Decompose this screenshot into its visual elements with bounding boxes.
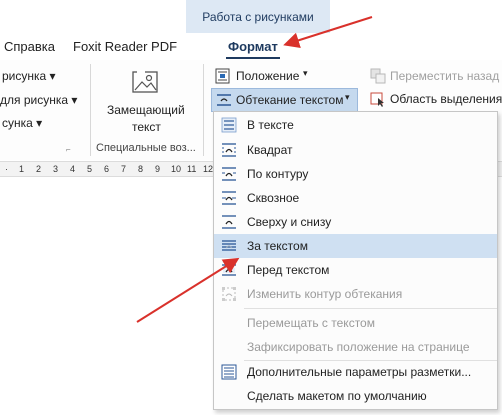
- active-tab-indicator: [226, 57, 280, 59]
- ruler-mark: ·: [5, 164, 8, 174]
- layout-options-icon: [221, 364, 237, 380]
- menu-item-edit-wrap-points[interactable]: Изменить контур обтекания: [214, 282, 497, 306]
- menu-item-through[interactable]: Сквозное: [214, 186, 497, 210]
- edit-wrap-points-icon: [222, 287, 236, 301]
- wrap-text-label: Обтекание текстом: [236, 93, 344, 107]
- send-backward-label: Переместить назад: [390, 69, 500, 83]
- ruler-tick: 6: [104, 164, 110, 174]
- menu-item-label: Перед текстом: [247, 263, 330, 277]
- tab-help[interactable]: Справка: [4, 39, 55, 54]
- menu-item-label: В тексте: [247, 118, 294, 132]
- menu-item-move-with-text[interactable]: Перемещать с текстом: [214, 311, 497, 335]
- wrap-text-menu: В тексте Квадрат По контуру Сквозное Све…: [213, 111, 498, 410]
- menu-separator: [244, 308, 497, 309]
- group-separator: [203, 64, 204, 156]
- top-bottom-wrap-icon: [222, 215, 236, 229]
- group-label-special: Специальные воз...: [96, 142, 196, 154]
- selection-pane-label: Область выделения: [390, 92, 502, 106]
- picture-tools-context-tab: Работа с рисунками: [186, 0, 330, 33]
- alt-text-icon: [131, 70, 161, 96]
- ruler-tick: 2: [36, 164, 42, 174]
- send-backward-icon: [370, 68, 386, 84]
- group-separator: [90, 64, 91, 156]
- ruler-tick: 12: [203, 164, 214, 174]
- ribbon-left-item-2[interactable]: для рисунка ▾: [0, 93, 77, 107]
- menu-item-in-front[interactable]: Перед текстом: [214, 258, 497, 282]
- alt-text-button[interactable]: Замещающий текст: [100, 68, 188, 136]
- menu-item-fix-position[interactable]: Зафиксировать положение на странице: [214, 335, 497, 359]
- selection-pane-icon: [370, 92, 384, 107]
- chevron-down-icon: ▾: [345, 92, 350, 102]
- context-tab-label: Работа с рисунками: [202, 9, 314, 24]
- ruler-tick: 4: [70, 164, 76, 174]
- menu-item-label: Сквозное: [247, 191, 300, 205]
- position-label: Положение: [236, 69, 300, 83]
- wrap-text-button[interactable]: Обтекание текстом ▾: [211, 88, 358, 112]
- menu-item-label: По контуру: [247, 167, 309, 181]
- ribbon-left-item-1[interactable]: рисунка ▾: [2, 69, 56, 83]
- menu-item-label: Сделать макетом по умолчанию: [247, 389, 427, 403]
- ruler-tick: 11: [187, 164, 197, 174]
- square-wrap-icon: [222, 143, 236, 157]
- menu-item-top-bottom[interactable]: Сверху и снизу: [214, 210, 497, 234]
- alt-text-label-line2: текст: [132, 120, 161, 134]
- menu-item-more-layout-options[interactable]: Дополнительные параметры разметки...: [214, 360, 497, 384]
- ruler-tick: 7: [121, 164, 127, 174]
- chevron-down-icon: ▾: [303, 68, 308, 78]
- menu-item-label: Перемещать с текстом: [247, 316, 375, 330]
- ruler-tick: 8: [138, 164, 144, 174]
- menu-item-set-default[interactable]: Сделать макетом по умолчанию: [214, 384, 497, 408]
- ribbon-left-item-3[interactable]: сунка ▾: [2, 116, 42, 130]
- ruler-tick: 10: [171, 164, 182, 174]
- menu-item-tight[interactable]: По контуру: [214, 162, 497, 186]
- tight-wrap-icon: [222, 167, 236, 181]
- in-front-text-icon: [222, 264, 236, 276]
- ruler-tick: 1: [19, 164, 25, 174]
- menu-item-label: Дополнительные параметры разметки...: [247, 365, 472, 379]
- menu-item-label: Зафиксировать положение на странице: [247, 340, 470, 354]
- tab-foxit-reader-pdf[interactable]: Foxit Reader PDF: [73, 39, 177, 54]
- menu-item-square[interactable]: Квадрат: [214, 138, 497, 162]
- behind-text-icon: [222, 240, 236, 251]
- ruler-tick: 9: [155, 164, 161, 174]
- inline-with-text-icon: [221, 117, 237, 133]
- menu-item-behind-text[interactable]: За текстом: [214, 234, 497, 258]
- menu-item-label: За текстом: [247, 239, 308, 253]
- ruler-tick: 3: [53, 164, 59, 174]
- position-icon: [215, 68, 230, 84]
- tab-format[interactable]: Формат: [228, 39, 278, 54]
- menu-item-label: Изменить контур обтекания: [247, 287, 403, 301]
- menu-item-label: Сверху и снизу: [247, 215, 332, 229]
- menu-item-inline[interactable]: В тексте: [214, 113, 497, 137]
- menu-item-label: Квадрат: [247, 143, 293, 157]
- ruler-tick: 5: [87, 164, 93, 174]
- wrap-text-icon: [217, 94, 231, 106]
- alt-text-label-line1: Замещающий: [107, 103, 185, 117]
- dialog-launcher-icon[interactable]: ⌐: [66, 145, 71, 154]
- through-wrap-icon: [222, 191, 236, 205]
